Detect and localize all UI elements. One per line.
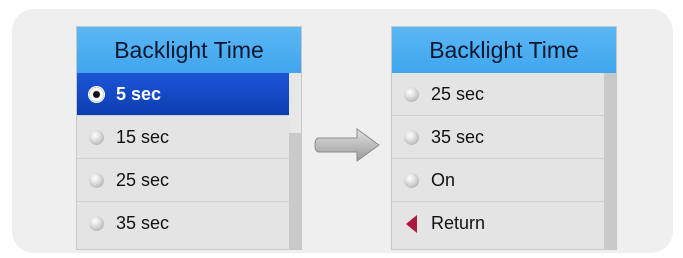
menu-title: Backlight Time — [77, 27, 301, 73]
radio-icon — [404, 129, 419, 145]
option-15-sec[interactable]: 15 sec — [77, 116, 289, 159]
scrollbar[interactable] — [289, 73, 301, 249]
option-label: 35 sec — [116, 213, 170, 233]
option-label: 5 sec — [116, 83, 162, 104]
option-35-sec[interactable]: 35 sec — [77, 202, 289, 245]
option-label: 35 sec — [431, 126, 485, 147]
radio-icon — [89, 172, 104, 188]
scrollbar[interactable] — [604, 73, 616, 249]
menu-list: 25 sec 35 sec On Return — [392, 73, 604, 245]
menu-list: 5 sec 15 sec 25 sec 35 sec — [77, 73, 289, 245]
option-label: Return — [431, 213, 486, 233]
backlight-menu-before: Backlight Time 5 sec 15 sec 25 sec 35 se… — [76, 26, 302, 250]
option-label: 15 sec — [116, 126, 170, 147]
return-item[interactable]: Return — [392, 202, 604, 245]
option-on[interactable]: On — [392, 159, 604, 202]
option-label: On — [431, 169, 456, 190]
backlight-menu-after: Backlight Time 25 sec 35 sec On Return — [391, 26, 617, 250]
option-35-sec[interactable]: 35 sec — [392, 116, 604, 159]
option-25-sec[interactable]: 25 sec — [392, 73, 604, 116]
option-25-sec[interactable]: 25 sec — [77, 159, 289, 202]
menu-title: Backlight Time — [392, 27, 616, 73]
radio-icon — [404, 172, 419, 188]
option-label: 25 sec — [116, 169, 170, 190]
radio-selected-icon — [89, 86, 104, 102]
radio-icon — [404, 86, 419, 102]
right-arrow-icon — [314, 128, 380, 162]
return-arrow-icon — [406, 214, 417, 233]
option-label: 25 sec — [431, 83, 485, 104]
option-5-sec[interactable]: 5 sec — [77, 73, 289, 116]
radio-icon — [89, 216, 104, 231]
radio-icon — [89, 129, 104, 145]
